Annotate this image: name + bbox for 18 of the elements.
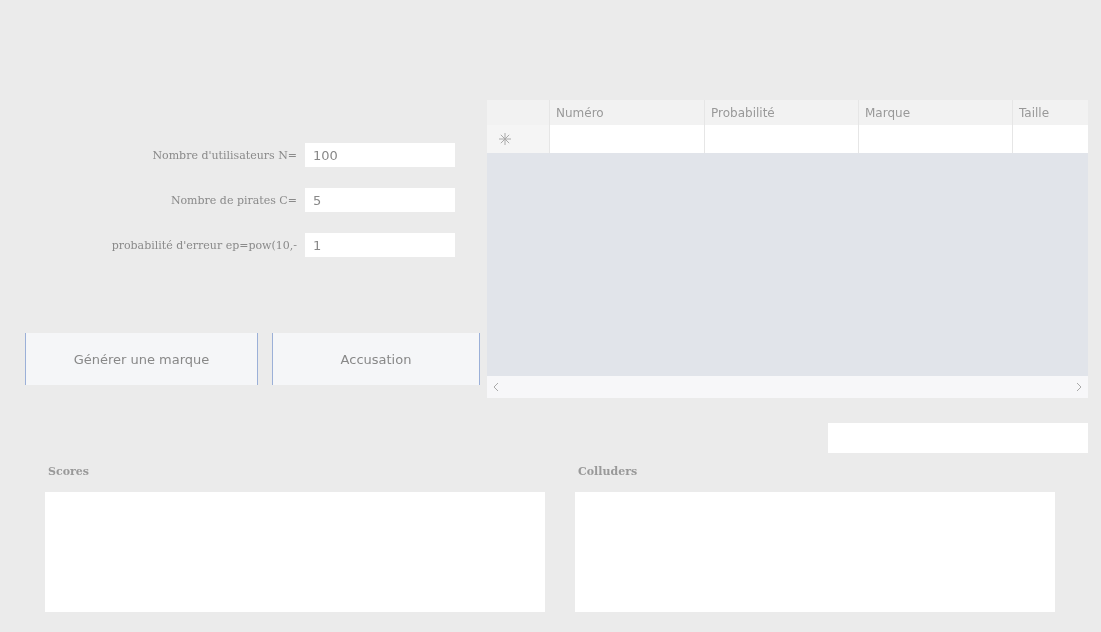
table-cell[interactable] [858, 125, 1012, 153]
generate-button[interactable]: Générer une marque [25, 333, 258, 385]
group-label: Colluders [578, 465, 639, 478]
scroll-right-icon[interactable] [1076, 382, 1082, 392]
horizontal-scrollbar[interactable] [487, 376, 1088, 398]
field-label: probabilité d'erreur ep=pow(10,- [110, 238, 298, 252]
table-cell[interactable] [704, 125, 858, 153]
input-field[interactable]: 5 [305, 188, 455, 212]
field-label: Nombre d'utilisateurs N= [151, 148, 298, 162]
asterisk-icon [499, 133, 511, 145]
field-label: Nombre de pirates C= [169, 193, 298, 207]
table-cell[interactable] [1012, 125, 1088, 153]
input-field[interactable]: 1 [305, 233, 455, 257]
scroll-left-icon[interactable] [493, 382, 499, 392]
input-field[interactable]: 100 [305, 143, 455, 167]
accuse-button[interactable]: Accusation [272, 333, 480, 385]
table-cell[interactable] [549, 125, 704, 153]
group-label: Scores [48, 465, 90, 478]
